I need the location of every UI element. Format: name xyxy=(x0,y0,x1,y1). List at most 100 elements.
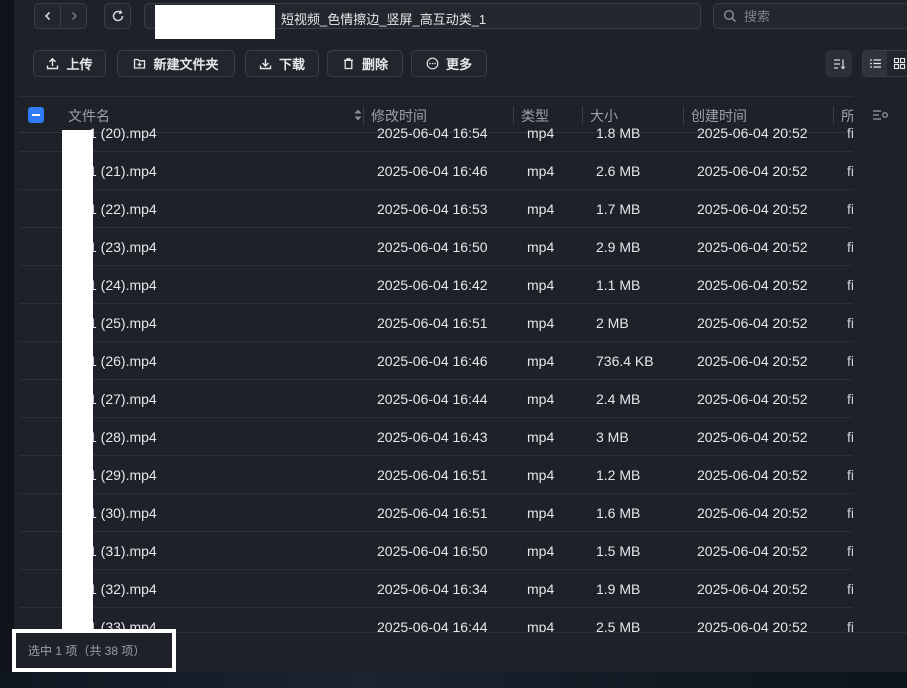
file-size-cell: 1.1 MB xyxy=(596,277,641,293)
extra-column-cell: fi xyxy=(847,315,853,331)
file-name-cell: 1 (28).mp4 xyxy=(89,429,157,445)
extra-column-cell: fi xyxy=(847,201,853,217)
file-name-cell: 1 (27).mp4 xyxy=(89,391,157,407)
extra-column-cell: fi xyxy=(847,467,853,483)
file-name-cell: 1 (30).mp4 xyxy=(89,505,157,521)
modified-time-cell: 2025-06-04 16:51 xyxy=(377,505,488,521)
current-folder-path: 短视频_色情擦边_竖屏_高互动类_1 xyxy=(281,12,487,27)
search-box[interactable] xyxy=(713,3,907,29)
list-view-button[interactable] xyxy=(863,51,887,76)
table-row[interactable]: 1 (32).mp4 2025-06-04 16:34 mp4 1.9 MB 2025-… xyxy=(19,570,853,608)
more-label: 更多 xyxy=(445,57,472,72)
file-size-cell: 1.2 MB xyxy=(596,467,641,483)
extra-column-cell: fi xyxy=(847,543,853,559)
refresh-icon xyxy=(112,10,123,22)
column-settings-button[interactable] xyxy=(871,108,891,127)
new-folder-icon xyxy=(134,58,146,69)
back-button[interactable] xyxy=(34,3,61,29)
left-edge xyxy=(0,0,14,688)
upload-label: 上传 xyxy=(66,57,93,72)
modified-time-cell: 2025-06-04 16:54 xyxy=(377,125,488,141)
table-row[interactable]: 1 (20).mp4 2025-06-04 16:54 mp4 1.8 MB 2025-… xyxy=(19,114,853,152)
file-size-cell: 1.5 MB xyxy=(596,543,641,559)
table-row[interactable]: 1 (22).mp4 2025-06-04 16:53 mp4 1.7 MB 2025-… xyxy=(19,190,853,228)
chevron-right-icon xyxy=(71,11,77,21)
new-folder-button[interactable]: 新建文件夹 xyxy=(117,50,235,77)
created-time-cell: 2025-06-04 20:52 xyxy=(697,239,808,255)
table-row[interactable]: 1 (24).mp4 2025-06-04 16:42 mp4 1.1 MB 2025-… xyxy=(19,266,853,304)
created-time-cell: 2025-06-04 20:52 xyxy=(697,277,808,293)
table-row[interactable]: 1 (31).mp4 2025-06-04 16:50 mp4 1.5 MB 2025-… xyxy=(19,532,853,570)
file-name-cell: 1 (24).mp4 xyxy=(89,277,157,293)
file-name-cell: 1 (23).mp4 xyxy=(89,239,157,255)
refresh-button[interactable] xyxy=(104,3,131,29)
path-bar[interactable]: 短视频_色情擦边_竖屏_高互动类_1 xyxy=(144,3,701,39)
file-table: 文件名 修改时间 类型 大小 创建时间 所 1 (20).mp4 2025-06-… xyxy=(19,96,853,632)
created-time-cell: 2025-06-04 20:52 xyxy=(697,581,808,597)
created-time-cell: 2025-06-04 20:52 xyxy=(697,429,808,445)
download-label: 下载 xyxy=(278,57,305,72)
file-type-cell: mp4 xyxy=(527,239,555,255)
modified-time-cell: 2025-06-04 16:46 xyxy=(377,353,488,369)
extra-column-cell: fi xyxy=(847,619,853,632)
search-input[interactable] xyxy=(744,8,894,24)
table-row[interactable]: 1 (30).mp4 2025-06-04 16:51 mp4 1.6 MB 2025-… xyxy=(19,494,853,532)
file-size-cell: 2.5 MB xyxy=(596,619,641,632)
table-row[interactable]: 1 (29).mp4 2025-06-04 16:51 mp4 1.2 MB 2025-… xyxy=(19,456,853,494)
trash-icon xyxy=(343,58,353,70)
file-type-cell: mp4 xyxy=(527,315,555,331)
file-type-cell: mp4 xyxy=(527,543,555,559)
file-type-cell: mp4 xyxy=(527,467,555,483)
created-time-cell: 2025-06-04 20:52 xyxy=(697,125,808,141)
file-type-cell: mp4 xyxy=(527,505,555,521)
file-name-cell: 1 (21).mp4 xyxy=(89,163,157,179)
file-type-cell: mp4 xyxy=(527,429,555,445)
file-size-cell: 2.6 MB xyxy=(596,163,641,179)
file-type-cell: mp4 xyxy=(527,581,555,597)
sort-icon xyxy=(833,58,845,69)
download-icon xyxy=(259,58,272,70)
more-button[interactable]: 更多 xyxy=(411,50,487,77)
file-size-cell: 1.7 MB xyxy=(596,201,641,217)
file-size-cell: 1.8 MB xyxy=(596,125,641,141)
file-type-cell: mp4 xyxy=(527,125,555,141)
modified-time-cell: 2025-06-04 16:50 xyxy=(377,239,488,255)
grid-view-icon xyxy=(893,57,905,70)
file-size-cell: 2 MB xyxy=(596,315,629,331)
modified-time-cell: 2025-06-04 16:44 xyxy=(377,619,488,632)
upload-button[interactable]: 上传 xyxy=(33,50,106,77)
download-button[interactable]: 下载 xyxy=(245,50,319,77)
forward-button[interactable] xyxy=(60,3,87,29)
table-row[interactable]: 1 (26).mp4 2025-06-04 16:46 mp4 736.4 KB 202… xyxy=(19,342,853,380)
table-row[interactable]: 1 (21).mp4 2025-06-04 16:46 mp4 2.6 MB 2025-… xyxy=(19,152,853,190)
modified-time-cell: 2025-06-04 16:34 xyxy=(377,581,488,597)
file-size-cell: 1.6 MB xyxy=(596,505,641,521)
redacted-icon-column xyxy=(62,130,93,632)
extra-column-cell: fi xyxy=(847,391,853,407)
file-name-cell: 1 (32).mp4 xyxy=(89,581,157,597)
file-name-cell: 1 (25).mp4 xyxy=(89,315,157,331)
extra-column-cell: fi xyxy=(847,505,853,521)
table-row[interactable]: 1 (27).mp4 2025-06-04 16:44 mp4 2.4 MB 2025-… xyxy=(19,380,853,418)
selection-status: 选中 1 项（共 38 项） xyxy=(12,629,176,672)
delete-button[interactable]: 删除 xyxy=(327,50,403,77)
grid-view-button[interactable] xyxy=(887,51,907,76)
modified-time-cell: 2025-06-04 16:42 xyxy=(377,277,488,293)
table-row[interactable]: 1 (28).mp4 2025-06-04 16:43 mp4 3 MB 2025-06… xyxy=(19,418,853,456)
file-type-cell: mp4 xyxy=(527,163,555,179)
table-row[interactable]: 1 (25).mp4 2025-06-04 16:51 mp4 2 MB 2025-06… xyxy=(19,304,853,342)
sort-button[interactable] xyxy=(825,50,852,77)
file-size-cell: 3 MB xyxy=(596,429,629,445)
created-time-cell: 2025-06-04 20:52 xyxy=(697,391,808,407)
modified-time-cell: 2025-06-04 16:43 xyxy=(377,429,488,445)
table-row[interactable]: 1 (23).mp4 2025-06-04 16:50 mp4 2.9 MB 2025-… xyxy=(19,228,853,266)
file-type-cell: mp4 xyxy=(527,619,555,632)
created-time-cell: 2025-06-04 20:52 xyxy=(697,353,808,369)
file-type-cell: mp4 xyxy=(527,201,555,217)
extra-column-cell: fi xyxy=(847,581,853,597)
created-time-cell: 2025-06-04 20:52 xyxy=(697,163,808,179)
file-name-cell: 1 (22).mp4 xyxy=(89,201,157,217)
created-time-cell: 2025-06-04 20:52 xyxy=(697,315,808,331)
chevron-left-icon xyxy=(44,11,50,21)
modified-time-cell: 2025-06-04 16:51 xyxy=(377,315,488,331)
